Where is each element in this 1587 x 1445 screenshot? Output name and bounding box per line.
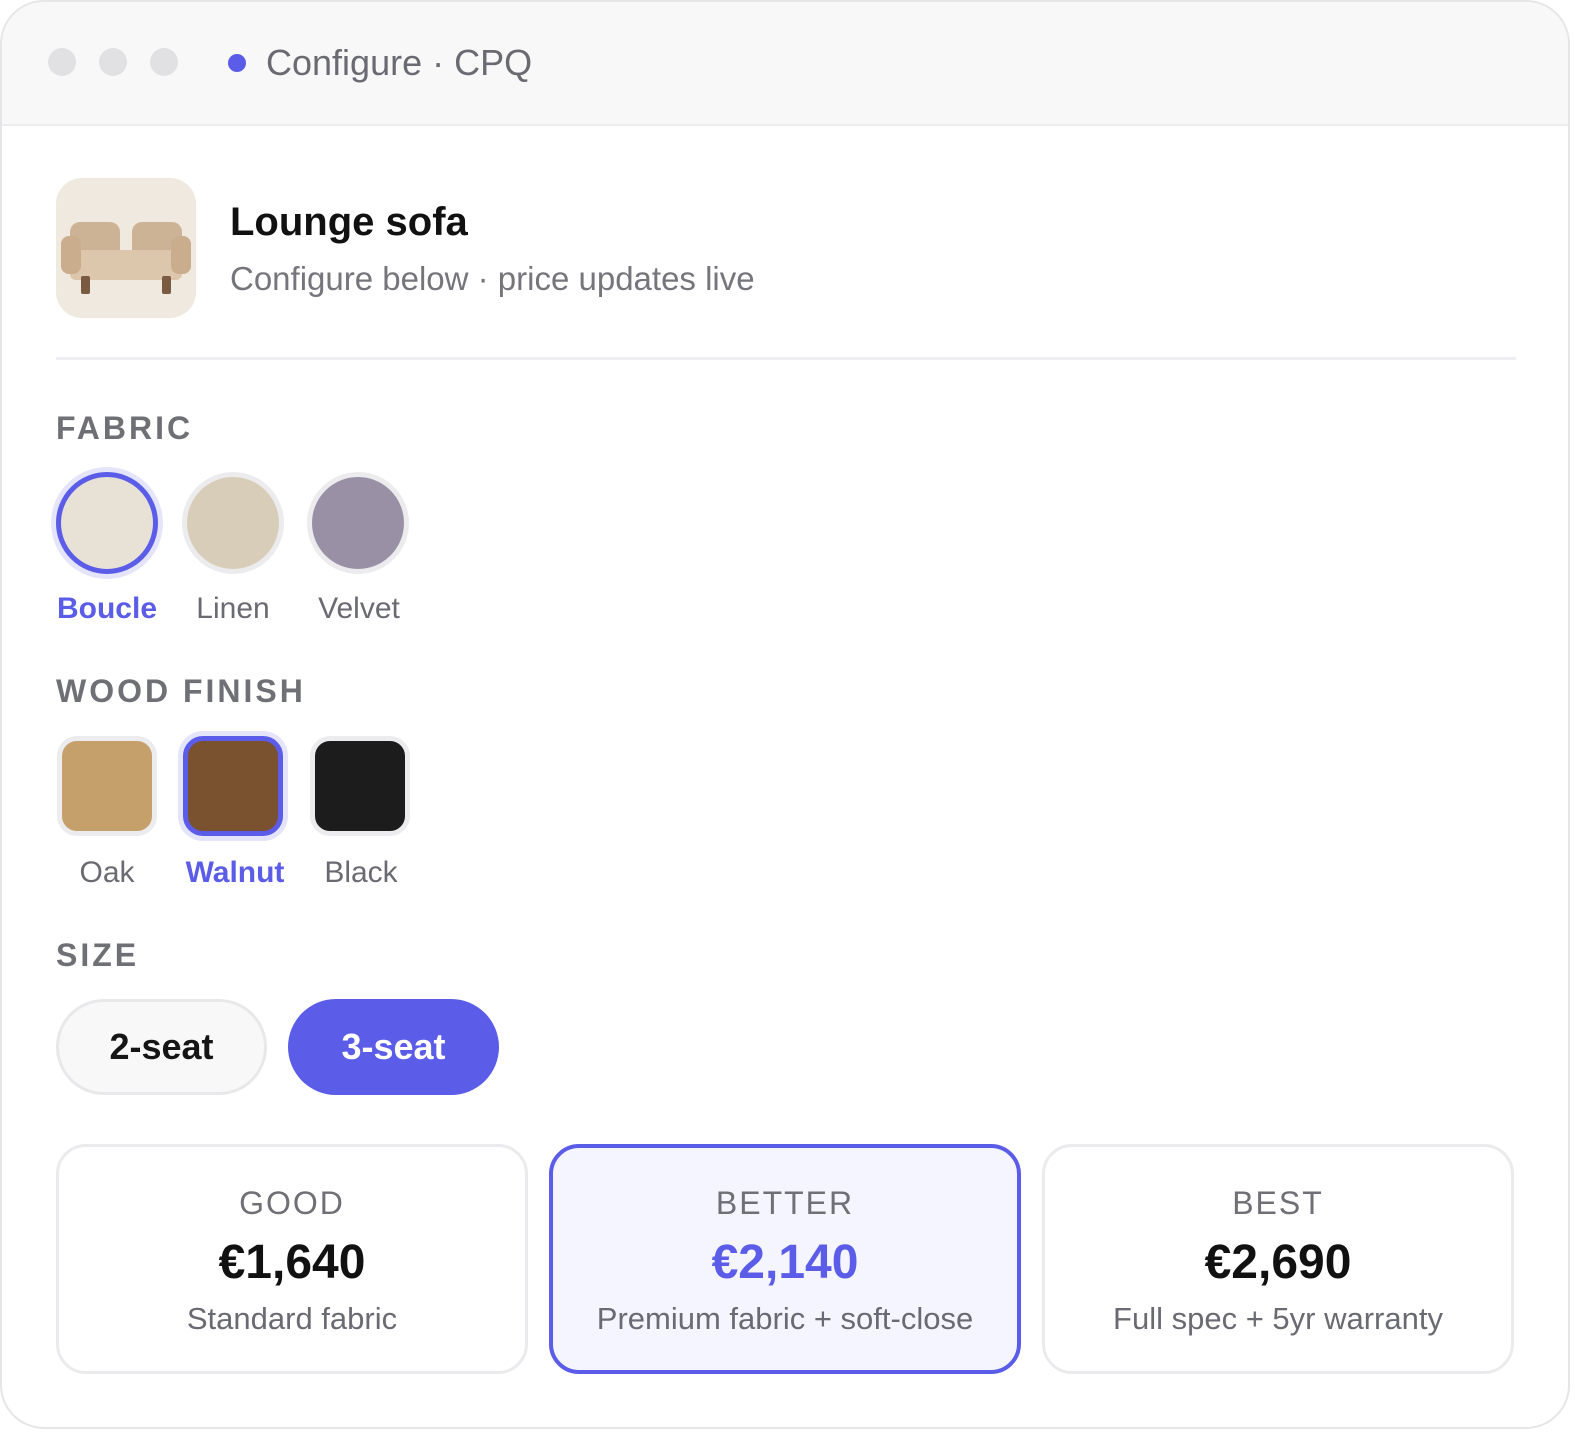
- size-section-label: SIZE: [56, 937, 140, 973]
- wood-label-black: Black: [324, 856, 398, 889]
- wood-section-label: WOOD FINISH: [56, 673, 306, 709]
- maximize-window-button[interactable]: [150, 48, 178, 76]
- window-title: Configure · CPQ: [266, 42, 533, 83]
- wood-swatch-walnut[interactable]: [183, 736, 283, 836]
- tier-name: BETTER: [715, 1185, 855, 1221]
- tier-price: €2,690: [1204, 1236, 1352, 1289]
- minimize-window-button[interactable]: [99, 48, 127, 76]
- tier-price: €2,140: [711, 1236, 859, 1289]
- tier-description: Standard fabric: [186, 1301, 398, 1336]
- wood-swatch-black[interactable]: [310, 736, 410, 836]
- tier-description: Full spec + 5yr warranty: [1113, 1301, 1443, 1336]
- configurator-window: Configure · CPQ Lounge sofa Configure be…: [0, 0, 1570, 1429]
- divider: [56, 357, 1516, 360]
- fabric-section-label: FABRIC: [56, 410, 194, 446]
- product-thumbnail: [56, 178, 196, 318]
- product-subtitle: Configure below · price updates live: [230, 260, 755, 297]
- close-window-button[interactable]: [48, 48, 76, 76]
- tier-name: BEST: [1232, 1185, 1324, 1221]
- product-name: Lounge sofa: [230, 200, 468, 244]
- size-option-3-seat[interactable]: 3-seat: [288, 999, 499, 1095]
- size-option-2-seat[interactable]: 2-seat: [56, 999, 267, 1095]
- status-dot-icon: [228, 54, 246, 72]
- fabric-label-boucle: Boucle: [56, 592, 158, 625]
- fabric-swatch-boucle[interactable]: [56, 472, 158, 574]
- fabric-label-velvet: Velvet: [318, 592, 400, 625]
- wood-label-walnut: Walnut: [185, 856, 285, 889]
- tier-price: €1,640: [218, 1236, 366, 1289]
- fabric-swatch-linen[interactable]: [182, 472, 284, 574]
- tier-card-best[interactable]: BEST €2,690 Full spec + 5yr warranty: [1042, 1144, 1514, 1374]
- tier-card-good[interactable]: GOOD €1,640 Standard fabric: [56, 1144, 528, 1374]
- title-bar: Configure · CPQ: [2, 2, 1568, 126]
- sofa-icon: [61, 222, 191, 294]
- wood-label-oak: Oak: [79, 856, 135, 889]
- tier-name: GOOD: [239, 1185, 345, 1221]
- fabric-swatch-velvet[interactable]: [307, 472, 409, 574]
- tier-card-better[interactable]: BETTER €2,140 Premium fabric + soft-clos…: [549, 1144, 1021, 1374]
- tier-description: Premium fabric + soft-close: [596, 1301, 974, 1336]
- fabric-label-linen: Linen: [196, 592, 270, 625]
- wood-swatch-oak[interactable]: [57, 736, 157, 836]
